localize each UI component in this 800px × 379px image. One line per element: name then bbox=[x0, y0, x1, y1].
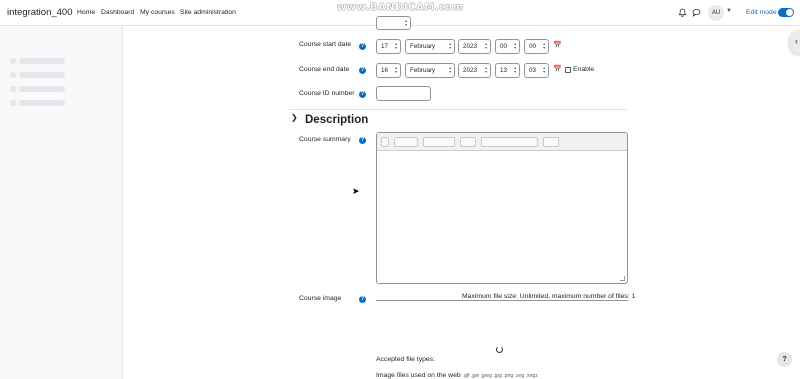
site-name[interactable]: integration_400 bbox=[7, 7, 73, 18]
start-month-select[interactable]: February bbox=[405, 39, 455, 54]
end-date-label: Course end date bbox=[299, 66, 350, 73]
editor-toolbar bbox=[377, 133, 627, 151]
start-day-select[interactable]: 17 bbox=[376, 39, 401, 54]
nav-site-administration[interactable]: Site administration bbox=[180, 9, 236, 16]
course-summary-editor[interactable] bbox=[376, 132, 628, 284]
open-right-drawer-button[interactable]: ‹ bbox=[790, 30, 800, 54]
enable-label[interactable]: Enable bbox=[573, 66, 594, 73]
calendar-icon[interactable]: 📅 bbox=[553, 66, 562, 74]
divider bbox=[289, 109, 627, 110]
mouse-cursor-icon: ➤ bbox=[352, 186, 360, 196]
accepted-types-row: Image files used on the web .gif .jpe .j… bbox=[376, 372, 538, 379]
chevron-down-icon[interactable]: ▼ bbox=[726, 8, 732, 14]
help-icon[interactable]: ? bbox=[359, 137, 366, 144]
toolbar-button[interactable] bbox=[481, 137, 538, 147]
course-index-drawer bbox=[0, 26, 123, 379]
end-date-enable-checkbox[interactable] bbox=[565, 67, 571, 73]
summary-label: Course summary bbox=[299, 136, 351, 143]
toolbar-button[interactable] bbox=[423, 137, 455, 147]
select-partial[interactable] bbox=[376, 16, 411, 30]
bell-icon[interactable] bbox=[678, 8, 687, 17]
accepted-types-desc: Image files used on the web bbox=[376, 372, 461, 379]
nav-home[interactable]: Home bbox=[77, 9, 95, 16]
help-icon[interactable]: ? bbox=[359, 67, 366, 74]
end-month-select[interactable]: February bbox=[405, 63, 455, 78]
chat-icon[interactable] bbox=[692, 8, 701, 17]
calendar-icon[interactable]: 📅 bbox=[553, 42, 562, 50]
toolbar-button[interactable] bbox=[394, 137, 418, 147]
image-label: Course image bbox=[299, 295, 342, 302]
help-icon[interactable]: ? bbox=[359, 296, 366, 303]
section-title[interactable]: Description bbox=[305, 114, 368, 126]
chevron-left-icon: ‹ bbox=[795, 36, 798, 46]
resize-handle[interactable] bbox=[620, 276, 625, 281]
end-year-select[interactable]: 2023 bbox=[458, 63, 491, 78]
help-icon[interactable]: ? bbox=[359, 43, 366, 50]
max-file-info: Maximum file size: Unlimited, maximum nu… bbox=[462, 293, 636, 300]
edit-mode-label: Edit mode bbox=[746, 9, 777, 16]
end-hour-select[interactable]: 13 bbox=[495, 63, 520, 78]
avatar[interactable]: AU bbox=[708, 5, 724, 21]
toolbar-button[interactable] bbox=[381, 137, 389, 147]
id-number-input[interactable] bbox=[376, 86, 431, 101]
help-icon[interactable]: ? bbox=[359, 91, 366, 98]
filepicker-border bbox=[376, 300, 628, 301]
accepted-types-ext: .gif .jpe .jpeg .jpg .png .svg .svgz bbox=[462, 373, 538, 379]
start-date-label: Course start date bbox=[299, 41, 352, 48]
end-minute-select[interactable]: 03 bbox=[524, 63, 549, 78]
id-number-label: Course ID number bbox=[299, 90, 355, 97]
watermark: www.BANDICAM.com bbox=[337, 2, 464, 13]
accepted-types-label: Accepted file types: bbox=[376, 356, 435, 363]
nav-dashboard[interactable]: Dashboard bbox=[101, 9, 134, 16]
chevron-down-icon[interactable]: ❯ bbox=[291, 113, 298, 122]
end-day-select[interactable]: 16 bbox=[376, 63, 401, 78]
nav-my-courses[interactable]: My courses bbox=[140, 9, 175, 16]
start-minute-select[interactable]: 00 bbox=[524, 39, 549, 54]
toolbar-button[interactable] bbox=[543, 137, 559, 147]
loading-icon bbox=[496, 346, 503, 353]
start-hour-select[interactable]: 00 bbox=[495, 39, 520, 54]
edit-mode-toggle[interactable] bbox=[778, 8, 794, 17]
start-year-select[interactable]: 2023 bbox=[458, 39, 491, 54]
help-footer-button[interactable]: ? bbox=[777, 352, 792, 367]
toolbar-button[interactable] bbox=[460, 137, 476, 147]
